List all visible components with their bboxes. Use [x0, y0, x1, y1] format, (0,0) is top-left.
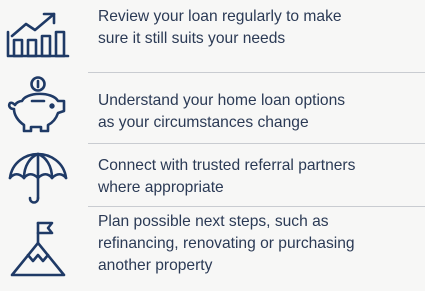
item-text-line: Review your loan regularly to make	[98, 8, 342, 25]
item-text: Connect with trusted referral partners w…	[98, 155, 425, 199]
list-item: Understand your home loan options as you…	[0, 73, 425, 144]
item-text-line: another property	[98, 257, 213, 274]
list-item: Connect with trusted referral partners w…	[0, 144, 425, 208]
item-text: Plan possible next steps, such as refina…	[98, 211, 425, 277]
growth-chart-icon	[2, 6, 74, 66]
piggy-bank-icon	[2, 75, 74, 135]
list-item: Plan possible next steps, such as refina…	[0, 207, 425, 291]
item-text-line: Plan possible next steps, such as	[98, 213, 329, 230]
item-text-line: Connect with trusted referral partners	[98, 157, 356, 174]
mountain-flag-icon	[2, 219, 74, 279]
item-text-line: refinancing, renovating or purchasing	[98, 235, 355, 252]
item-text: Review your loan regularly to make sure …	[98, 6, 425, 50]
item-text-line: sure it still suits your needs	[98, 30, 286, 47]
item-text-line: where appropriate	[98, 179, 224, 196]
benefits-list: Review your loan regularly to make sure …	[0, 0, 425, 291]
item-text-line: Understand your home loan options	[98, 92, 346, 109]
umbrella-icon	[2, 148, 74, 208]
item-text: Understand your home loan options as you…	[98, 90, 425, 134]
list-item: Review your loan regularly to make sure …	[0, 0, 425, 73]
item-text-line: as your circumstances change	[98, 114, 309, 131]
